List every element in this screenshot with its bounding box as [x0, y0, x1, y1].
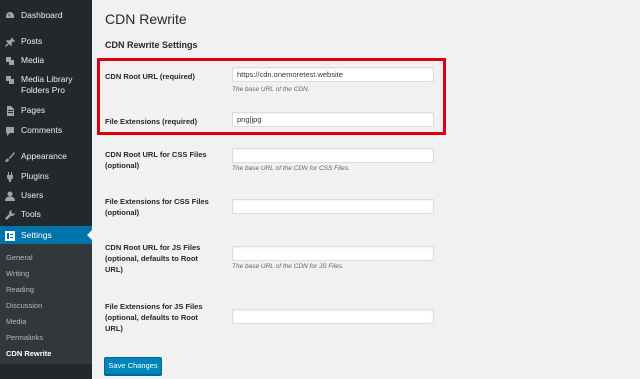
cdn-root-url-description: The base URL of the CDN. — [232, 86, 310, 93]
file-extensions-css-label: File Extensions for CSS Files (optional) — [105, 197, 209, 217]
admin-sidebar: Dashboard Posts Media Media Library Fold… — [0, 0, 92, 379]
submenu-item-cdn-rewrite[interactable]: CDN Rewrite — [6, 349, 51, 358]
sidebar-item-label: Users — [21, 190, 44, 200]
brush-icon — [5, 152, 15, 162]
sidebar-item-tools[interactable]: Tools — [0, 209, 92, 220]
sidebar-item-label: Tools — [21, 209, 41, 219]
submenu-item-writing[interactable]: Writing — [6, 269, 29, 278]
sidebar-item-media-library-folders-pro[interactable]: Media Library Folders Pro — [0, 74, 92, 96]
cdn-root-url-js-description: The base URL of the CDN for JS Files. — [232, 263, 344, 270]
save-changes-button[interactable]: Save Changes — [104, 357, 162, 375]
sidebar-item-appearance[interactable]: Appearance — [0, 151, 92, 162]
pin-icon — [5, 37, 15, 47]
submenu-item-permalinks[interactable]: Permalinks — [6, 333, 43, 342]
settings-icon — [5, 231, 15, 241]
sidebar-item-label: Posts — [21, 36, 43, 46]
sidebar-item-label: Plugins — [21, 171, 49, 181]
sidebar-item-media[interactable]: Media — [0, 55, 92, 66]
cdn-root-url-css-label: CDN Root URL for CSS Files (optional) — [105, 150, 207, 170]
sidebar-item-label: Settings — [21, 230, 52, 240]
submenu-item-media[interactable]: Media — [6, 317, 26, 326]
sidebar-item-posts[interactable]: Posts — [0, 36, 92, 47]
cdn-root-url-js-input[interactable] — [232, 246, 434, 261]
cdn-root-url-label: CDN Root URL (required) — [105, 72, 195, 81]
media-folder-icon — [5, 75, 15, 85]
file-extensions-css-input[interactable] — [232, 199, 434, 214]
file-extensions-label: File Extensions (required) — [105, 117, 198, 126]
sidebar-item-users[interactable]: Users — [0, 190, 92, 201]
page-icon — [5, 106, 15, 116]
sidebar-item-label: Media Library Folders Pro — [21, 74, 73, 95]
cdn-root-url-css-input[interactable] — [232, 148, 434, 163]
file-extensions-js-input[interactable] — [232, 309, 434, 324]
sidebar-item-label: Media — [21, 55, 45, 65]
file-extensions-js-label: File Extensions for JS Files (optional, … — [105, 302, 203, 333]
sidebar-item-settings[interactable]: Settings — [0, 230, 92, 241]
file-extensions-input[interactable] — [232, 112, 434, 127]
cdn-root-url-js-label: CDN Root URL for JS Files (optional, def… — [105, 243, 201, 274]
submenu-item-general[interactable]: General — [6, 253, 33, 262]
section-title: CDN Rewrite Settings — [105, 40, 198, 50]
wrench-icon — [5, 210, 15, 220]
sidebar-item-label: Pages — [21, 105, 46, 115]
sidebar-item-label: Appearance — [21, 151, 67, 161]
sidebar-item-comments[interactable]: Comments — [0, 125, 92, 136]
settings-submenu: General Writing Reading Discussion Media… — [0, 244, 92, 364]
cdn-root-url-css-description: The base URL of the CDN for CSS Files. — [232, 165, 350, 172]
dashboard-icon — [5, 11, 15, 21]
sidebar-item-dashboard[interactable]: Dashboard — [0, 10, 92, 21]
submenu-item-discussion[interactable]: Discussion — [6, 301, 42, 310]
cdn-root-url-input[interactable] — [232, 67, 434, 82]
page-title: CDN Rewrite — [105, 11, 187, 27]
user-icon — [5, 191, 15, 201]
sidebar-item-pages[interactable]: Pages — [0, 105, 92, 116]
plugin-icon — [5, 172, 15, 182]
sidebar-item-label: Comments — [21, 125, 63, 135]
sidebar-item-plugins[interactable]: Plugins — [0, 171, 92, 182]
media-icon — [5, 56, 15, 66]
sidebar-item-label: Dashboard — [21, 10, 63, 20]
comment-icon — [5, 126, 15, 136]
submenu-item-reading[interactable]: Reading — [6, 285, 34, 294]
